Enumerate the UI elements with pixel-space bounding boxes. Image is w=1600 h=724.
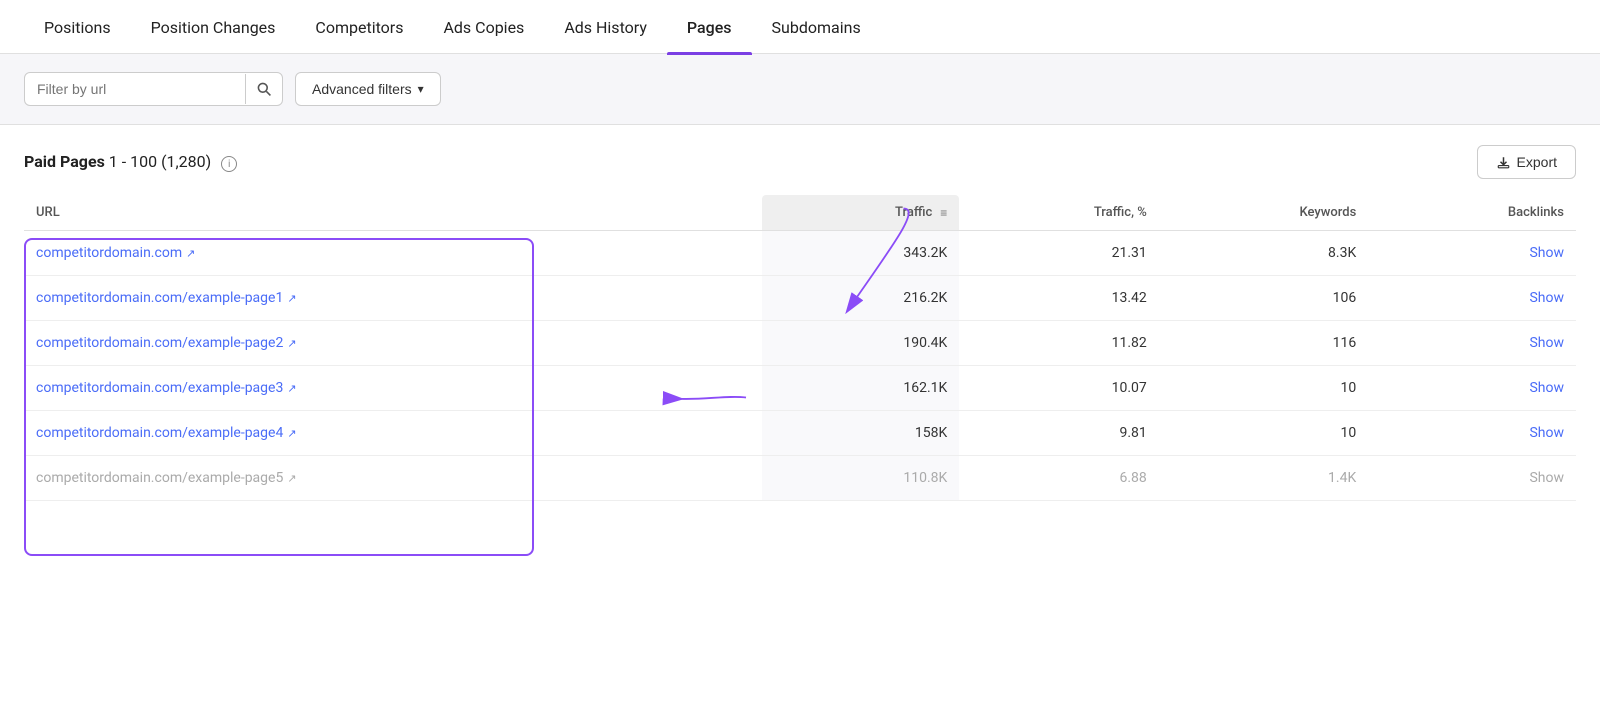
traffic-val-2: 190.4K [762, 321, 960, 366]
url-filter-search-button[interactable] [245, 74, 282, 104]
url-cell-5: competitordomain.com/example-page5 ↗ [24, 456, 762, 501]
nav-item-ads-history[interactable]: Ads History [544, 0, 667, 53]
url-filter-wrap [24, 72, 283, 106]
nav-bar: PositionsPosition ChangesCompetitorsAds … [0, 0, 1600, 54]
external-link-icon: ↗ [186, 247, 195, 260]
keywords-val-3: 10 [1159, 366, 1368, 411]
col-keywords: Keywords [1159, 195, 1368, 231]
paid-pages-table: URL Traffic ≡ Traffic, % Keywords [24, 195, 1576, 501]
traffic-pct-4: 9.81 [959, 411, 1159, 456]
table-row: competitordomain.com/example-page1 ↗ 216.… [24, 276, 1576, 321]
backlinks-val-2: Show [1368, 321, 1576, 366]
keywords-val-2: 116 [1159, 321, 1368, 366]
external-link-icon: ↗ [287, 427, 296, 440]
backlinks-val-4: Show [1368, 411, 1576, 456]
show-link-0[interactable]: Show [1529, 245, 1564, 261]
external-link-icon: ↗ [287, 472, 296, 485]
paid-pages-range: 1 - 100 (1,280) [109, 152, 211, 171]
table-row: competitordomain.com/example-page3 ↗ 162.… [24, 366, 1576, 411]
external-link-icon: ↗ [287, 382, 296, 395]
backlinks-val-3: Show [1368, 366, 1576, 411]
nav-item-ads-copies[interactable]: Ads Copies [423, 0, 544, 53]
nav-item-pages[interactable]: Pages [667, 0, 752, 53]
show-link-3[interactable]: Show [1529, 380, 1564, 396]
traffic-pct-5: 6.88 [959, 456, 1159, 501]
nav-item-positions[interactable]: Positions [24, 0, 131, 53]
traffic-val-1: 216.2K [762, 276, 960, 321]
advanced-filters-button[interactable]: Advanced filters ▾ [295, 72, 441, 106]
table-section: URL Traffic ≡ Traffic, % Keywords [24, 195, 1576, 501]
table-row: competitordomain.com/example-page4 ↗ 158K… [24, 411, 1576, 456]
col-traffic-pct: Traffic, % [959, 195, 1159, 231]
show-link-2[interactable]: Show [1529, 335, 1564, 351]
url-cell-0: competitordomain.com ↗ [24, 231, 762, 276]
url-link-0[interactable]: competitordomain.com ↗ [36, 245, 195, 261]
paid-pages-header: Paid Pages 1 - 100 (1,280) i Export [24, 145, 1576, 179]
nav-item-competitors[interactable]: Competitors [295, 0, 423, 53]
keywords-val-0: 8.3K [1159, 231, 1368, 276]
traffic-pct-0: 21.31 [959, 231, 1159, 276]
url-link-4[interactable]: competitordomain.com/example-page4 ↗ [36, 425, 297, 441]
traffic-pct-2: 11.82 [959, 321, 1159, 366]
table-row: competitordomain.com ↗ 343.2K21.318.3K Sho… [24, 231, 1576, 276]
backlinks-val-5: Show [1368, 456, 1576, 501]
url-filter-input[interactable] [25, 73, 245, 105]
keywords-val-5: 1.4K [1159, 456, 1368, 501]
url-link-1[interactable]: competitordomain.com/example-page1 ↗ [36, 290, 297, 306]
traffic-val-0: 343.2K [762, 231, 960, 276]
traffic-pct-1: 13.42 [959, 276, 1159, 321]
filter-bar: Advanced filters ▾ [0, 54, 1600, 125]
external-link-icon: ↗ [287, 337, 296, 350]
backlinks-val-0: Show [1368, 231, 1576, 276]
table-header: URL Traffic ≡ Traffic, % Keywords [24, 195, 1576, 231]
col-url: URL [24, 195, 762, 231]
info-icon[interactable]: i [221, 156, 237, 172]
sort-icon: ≡ [940, 206, 947, 220]
show-link-4[interactable]: Show [1529, 425, 1564, 441]
traffic-val-5: 110.8K [762, 456, 960, 501]
export-button[interactable]: Export [1477, 145, 1576, 179]
advanced-filters-label: Advanced filters [312, 81, 412, 97]
chevron-down-icon: ▾ [418, 82, 424, 96]
keywords-val-4: 10 [1159, 411, 1368, 456]
url-cell-4: competitordomain.com/example-page4 ↗ [24, 411, 762, 456]
traffic-val-3: 162.1K [762, 366, 960, 411]
table-body: competitordomain.com ↗ 343.2K21.318.3K Sho… [24, 231, 1576, 501]
table-row: competitordomain.com/example-page5 ↗ 110.… [24, 456, 1576, 501]
url-cell-3: competitordomain.com/example-page3 ↗ [24, 366, 762, 411]
url-link-2[interactable]: competitordomain.com/example-page2 ↗ [36, 335, 297, 351]
table-row: competitordomain.com/example-page2 ↗ 190.… [24, 321, 1576, 366]
paid-pages-title: Paid Pages 1 - 100 (1,280) i [24, 152, 237, 173]
paid-pages-title-bold: Paid Pages [24, 152, 105, 171]
traffic-val-4: 158K [762, 411, 960, 456]
col-traffic[interactable]: Traffic ≡ [762, 195, 960, 231]
backlinks-val-1: Show [1368, 276, 1576, 321]
url-link-3[interactable]: competitordomain.com/example-page3 ↗ [36, 380, 297, 396]
traffic-pct-3: 10.07 [959, 366, 1159, 411]
url-cell-1: competitordomain.com/example-page1 ↗ [24, 276, 762, 321]
nav-item-position-changes[interactable]: Position Changes [131, 0, 296, 53]
keywords-val-1: 106 [1159, 276, 1368, 321]
content-area: Paid Pages 1 - 100 (1,280) i Export [0, 125, 1600, 501]
url-cell-2: competitordomain.com/example-page2 ↗ [24, 321, 762, 366]
external-link-icon: ↗ [287, 292, 296, 305]
nav-item-subdomains[interactable]: Subdomains [752, 0, 881, 53]
url-link-5[interactable]: competitordomain.com/example-page5 ↗ [36, 470, 297, 486]
col-backlinks: Backlinks [1368, 195, 1576, 231]
show-link-1[interactable]: Show [1529, 290, 1564, 306]
export-label: Export [1517, 154, 1557, 170]
